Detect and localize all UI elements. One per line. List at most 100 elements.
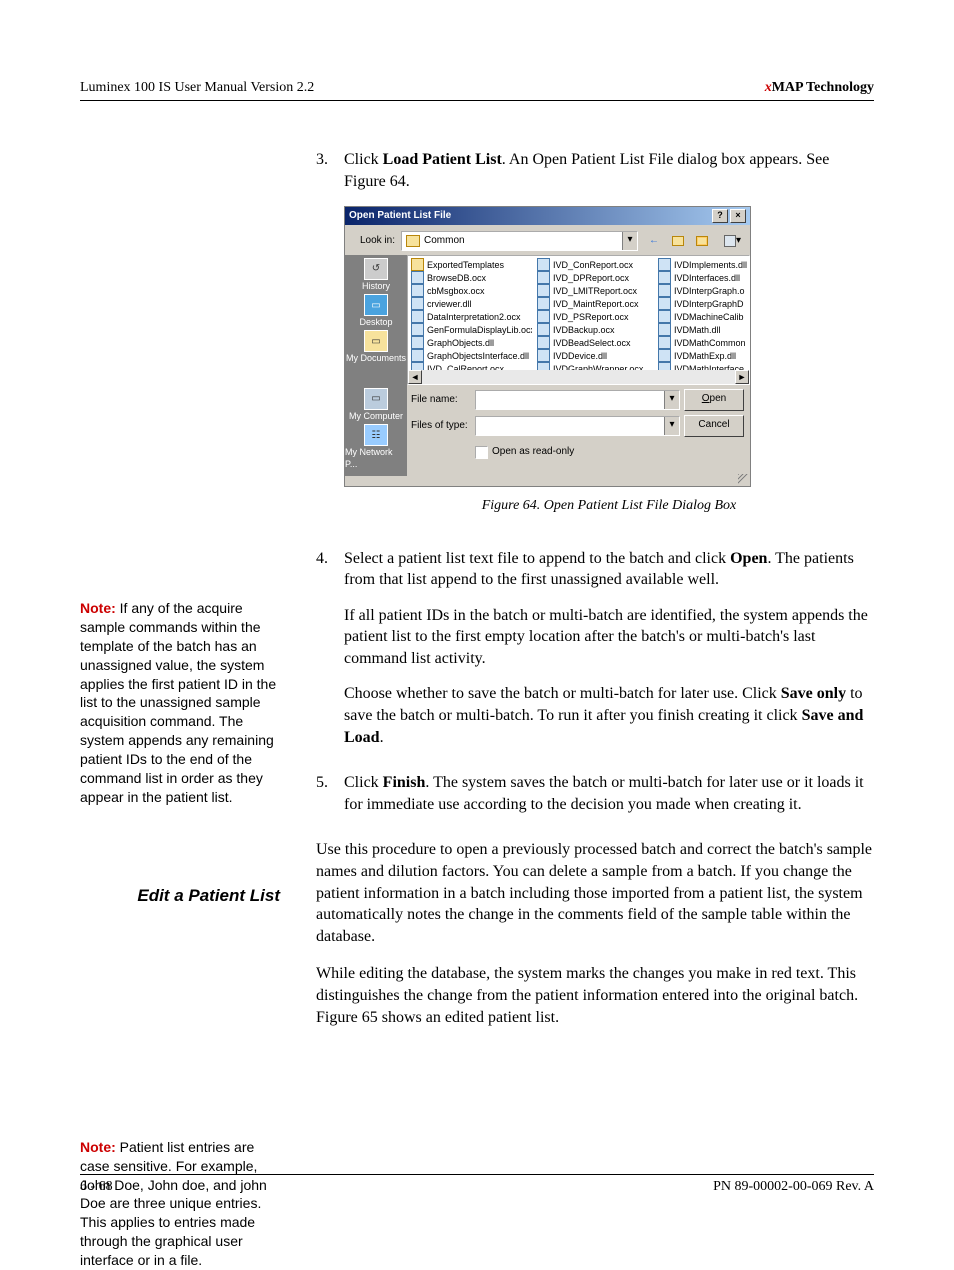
filename-label: File name: bbox=[411, 393, 471, 407]
list-item[interactable]: IVDBackup.ocx bbox=[536, 323, 653, 336]
list-item[interactable]: BrowseDB.ocx bbox=[410, 271, 532, 284]
close-icon[interactable]: × bbox=[730, 209, 746, 223]
open-button[interactable]: Open bbox=[684, 389, 744, 411]
file-icon bbox=[658, 258, 671, 271]
list-item[interactable]: IVDImplements.dll bbox=[657, 258, 747, 271]
desktop-icon: ▭ bbox=[364, 294, 388, 316]
list-item[interactable]: IVDInterfaces.dll bbox=[657, 271, 747, 284]
file-icon bbox=[658, 349, 671, 362]
doc-rev: PN 89-00002-00-069 Rev. A bbox=[713, 1179, 874, 1195]
filename-input[interactable]: ▾ bbox=[475, 390, 680, 410]
scroll-right-icon[interactable]: ► bbox=[735, 370, 749, 384]
file-icon bbox=[411, 271, 424, 284]
file-icon bbox=[411, 336, 424, 349]
folder-icon bbox=[411, 258, 424, 271]
list-item[interactable]: ExportedTemplates bbox=[410, 258, 532, 271]
note-case-sensitive: Note: Patient list entries are case sens… bbox=[80, 1138, 280, 1270]
filetype-select[interactable]: ▾ bbox=[475, 416, 680, 436]
new-folder-icon[interactable] bbox=[692, 231, 712, 251]
note-acquire: Note: If any of the acquire sample comma… bbox=[80, 599, 280, 807]
edit-para-2: While editing the database, the system m… bbox=[316, 963, 874, 1028]
dialog-title: Open Patient List File bbox=[349, 209, 451, 223]
step-3: 3. Click Load Patient List. An Open Pati… bbox=[316, 149, 874, 538]
folder-open-icon bbox=[406, 235, 420, 247]
list-item[interactable]: IVDMachineCalib bbox=[657, 310, 747, 323]
list-item[interactable]: crviewer.dll bbox=[410, 297, 532, 310]
readonly-label: Open as read-only bbox=[492, 445, 574, 459]
cancel-button[interactable]: Cancel bbox=[684, 415, 744, 437]
readonly-checkbox[interactable] bbox=[475, 446, 488, 459]
places-mydocuments[interactable]: ▭My Documents bbox=[345, 329, 407, 365]
horizontal-scrollbar[interactable]: ◄ ► bbox=[408, 370, 749, 384]
views-icon[interactable]: ▾ bbox=[716, 231, 744, 251]
open-patient-list-dialog: Open Patient List File ? × Look in: Comm… bbox=[344, 206, 751, 486]
file-icon bbox=[537, 271, 550, 284]
file-icon bbox=[537, 284, 550, 297]
file-icon bbox=[537, 297, 550, 310]
scroll-left-icon[interactable]: ◄ bbox=[408, 370, 422, 384]
places-desktop[interactable]: ▭Desktop bbox=[345, 293, 407, 329]
file-icon bbox=[658, 284, 671, 297]
chevron-down-icon[interactable]: ▾ bbox=[664, 391, 679, 409]
list-item[interactable]: IVD_DPReport.ocx bbox=[536, 271, 653, 284]
list-item[interactable]: IVD_LMITReport.ocx bbox=[536, 284, 653, 297]
header-right: xMAP Technology bbox=[765, 80, 874, 96]
side-column: Note: If any of the acquire sample comma… bbox=[80, 149, 280, 1270]
places-history[interactable]: ↺History bbox=[345, 257, 407, 293]
file-icon bbox=[537, 310, 550, 323]
list-item[interactable]: IVDInterpGraph.o bbox=[657, 284, 747, 297]
figure-caption: Figure 64. Open Patient List File Dialog… bbox=[344, 497, 874, 516]
file-icon bbox=[537, 323, 550, 336]
places-mycomputer[interactable]: ▭My Computer bbox=[349, 387, 403, 423]
lookin-value: Common bbox=[424, 234, 465, 248]
file-icon bbox=[411, 323, 424, 336]
lookin-select[interactable]: Common ▾ bbox=[401, 231, 638, 251]
chevron-down-icon[interactable]: ▾ bbox=[622, 232, 637, 250]
lookin-label: Look in: bbox=[355, 234, 395, 248]
list-item[interactable]: IVDMathCommon bbox=[657, 336, 747, 349]
main-column: 3. Click Load Patient List. An Open Pati… bbox=[316, 149, 874, 1270]
file-icon bbox=[658, 323, 671, 336]
list-item[interactable]: DataInterpretation2.ocx bbox=[410, 310, 532, 323]
page-footer: 6 - 68 PN 89-00002-00-069 Rev. A bbox=[80, 1174, 874, 1195]
file-icon bbox=[411, 297, 424, 310]
places-network[interactable]: ☷My Network P... bbox=[345, 423, 407, 471]
list-item[interactable]: GenFormulaDisplayLib.ocx bbox=[410, 323, 532, 336]
step-5: 5. Click Finish. The system saves the ba… bbox=[316, 772, 874, 829]
page-header: Luminex 100 IS User Manual Version 2.2 x… bbox=[80, 80, 874, 101]
file-icon bbox=[537, 258, 550, 271]
list-item[interactable]: cbMsgbox.ocx bbox=[410, 284, 532, 297]
history-icon: ↺ bbox=[364, 258, 388, 280]
list-item[interactable]: IVD_PSReport.ocx bbox=[536, 310, 653, 323]
views-chevron-down-icon[interactable]: ▾ bbox=[736, 234, 741, 248]
step-4: 4. Select a patient list text file to ap… bbox=[316, 548, 874, 763]
up-one-level-icon[interactable] bbox=[668, 231, 688, 251]
list-item[interactable]: GraphObjects.dll bbox=[410, 336, 532, 349]
back-icon[interactable]: ← bbox=[644, 231, 664, 251]
file-icon bbox=[411, 284, 424, 297]
list-item[interactable]: IVDMath.dll bbox=[657, 323, 747, 336]
computer-icon: ▭ bbox=[364, 388, 388, 410]
list-item[interactable]: IVDInterpGraphD bbox=[657, 297, 747, 310]
list-item[interactable]: IVD_MaintReport.ocx bbox=[536, 297, 653, 310]
section-heading-edit-patient-list: Edit a Patient List bbox=[80, 885, 280, 908]
list-item[interactable]: IVDBeadSelect.ocx bbox=[536, 336, 653, 349]
file-icon bbox=[658, 310, 671, 323]
list-item[interactable]: IVD_ConReport.ocx bbox=[536, 258, 653, 271]
list-item[interactable]: IVDMathExp.dll bbox=[657, 349, 747, 362]
resize-handle-icon[interactable] bbox=[345, 476, 750, 486]
filetype-label: Files of type: bbox=[411, 419, 471, 433]
network-icon: ☷ bbox=[364, 424, 388, 446]
header-left: Luminex 100 IS User Manual Version 2.2 bbox=[80, 80, 314, 96]
page-number: 6 - 68 bbox=[80, 1179, 113, 1195]
file-icon bbox=[658, 297, 671, 310]
file-icon bbox=[537, 336, 550, 349]
list-item[interactable]: IVDDevice.dll bbox=[536, 349, 653, 362]
file-icon bbox=[658, 271, 671, 284]
help-icon[interactable]: ? bbox=[712, 209, 728, 223]
documents-icon: ▭ bbox=[364, 330, 388, 352]
file-icon bbox=[411, 349, 424, 362]
list-item[interactable]: GraphObjectsInterface.dll bbox=[410, 349, 532, 362]
chevron-down-icon[interactable]: ▾ bbox=[664, 417, 679, 435]
file-listing[interactable]: ExportedTemplates BrowseDB.ocx cbMsgbox.… bbox=[407, 255, 750, 385]
